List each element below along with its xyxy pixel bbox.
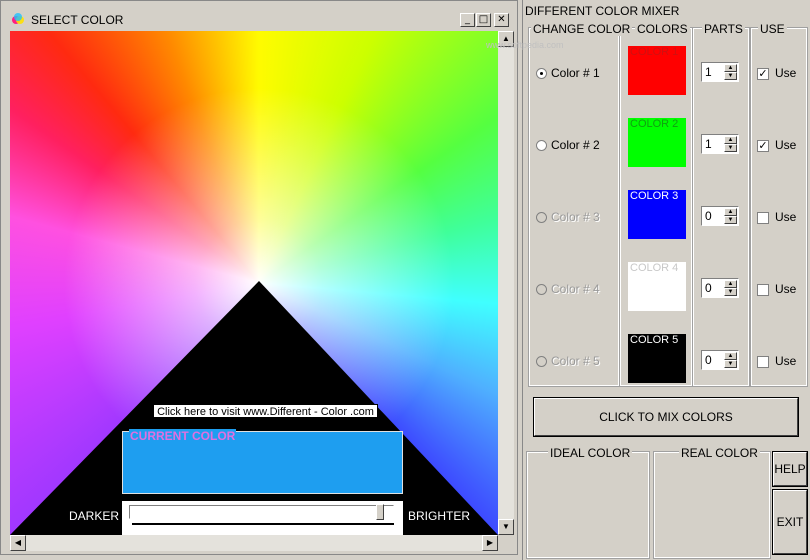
slider-ticks <box>132 523 394 528</box>
parts-value[interactable]: 1 <box>705 137 712 151</box>
arrow-up-icon: ▲ <box>727 281 734 287</box>
spin-down-button[interactable]: ▼ <box>724 216 737 224</box>
color-5-parts-spinner[interactable]: 0 ▲ ▼ <box>701 350 739 370</box>
ideal-color-group <box>526 451 650 559</box>
arrow-down-icon: ▼ <box>727 289 734 295</box>
color-1-use-checkbox[interactable]: ✓ <box>757 68 769 80</box>
parts-value[interactable]: 0 <box>705 209 712 223</box>
color-3-parts-spinner[interactable]: 0 ▲ ▼ <box>701 206 739 226</box>
color-2-parts-spinner[interactable]: 1 ▲ ▼ <box>701 134 739 154</box>
arrow-down-icon: ▼ <box>727 145 734 151</box>
color-2-swatch[interactable]: COLOR 2 <box>628 118 686 167</box>
color-4-radio-label[interactable]: Color # 4 <box>551 282 600 296</box>
exit-button[interactable]: EXIT <box>772 489 808 555</box>
color-4-use-checkbox[interactable] <box>757 284 769 296</box>
checkmark-icon: ✓ <box>758 139 768 152</box>
mix-colors-button[interactable]: CLICK TO MIX COLORS <box>533 397 799 437</box>
use-header: USE <box>758 22 787 36</box>
arrow-up-icon: ▲ <box>727 65 734 71</box>
color-1-parts-spinner[interactable]: 1 ▲ ▼ <box>701 62 739 82</box>
palette-icon <box>12 13 24 24</box>
color-2-use-checkbox[interactable]: ✓ <box>757 140 769 152</box>
color-4-use-label[interactable]: Use <box>775 282 796 296</box>
help-button[interactable]: HELP <box>772 451 808 487</box>
horizontal-scrollbar[interactable]: ◀ ▶ <box>10 535 498 551</box>
arrow-up-icon: ▲ <box>727 353 734 359</box>
checkmark-icon: ✓ <box>758 67 768 80</box>
color-3-radio[interactable] <box>536 212 547 223</box>
darker-label: DARKER <box>69 509 120 523</box>
maximize-icon: □ <box>478 14 489 25</box>
arrow-left-icon: ◀ <box>14 538 22 547</box>
arrow-right-icon: ▶ <box>486 538 494 547</box>
select-color-window: SELECT COLOR _ □ ✕ Click here to visit w… <box>0 0 518 555</box>
maximize-button[interactable]: □ <box>476 13 491 27</box>
current-color-label: CURRENT COLOR <box>129 429 237 443</box>
scroll-right-button[interactable]: ▶ <box>482 535 498 551</box>
website-link[interactable]: Click here to visit www.Different - Colo… <box>153 404 378 418</box>
arrow-up-icon: ▲ <box>727 137 734 143</box>
spin-up-button[interactable]: ▲ <box>724 208 737 216</box>
arrow-down-icon: ▼ <box>727 361 734 367</box>
scroll-down-button[interactable]: ▼ <box>498 519 514 535</box>
brighter-label: BRIGHTER <box>408 509 471 523</box>
colors-header: COLORS <box>635 22 690 36</box>
parts-value[interactable]: 0 <box>705 281 712 295</box>
slider-thumb[interactable] <box>376 504 384 520</box>
real-color-group <box>653 451 771 559</box>
scroll-left-button[interactable]: ◀ <box>10 535 26 551</box>
vertical-scrollbar[interactable]: ▲ ▼ <box>498 31 514 535</box>
spin-down-button[interactable]: ▼ <box>724 360 737 368</box>
arrow-down-icon: ▼ <box>727 217 734 223</box>
minimize-button[interactable]: _ <box>460 13 475 27</box>
arrow-down-icon: ▼ <box>727 73 734 79</box>
ideal-color-label: IDEAL COLOR <box>548 446 633 460</box>
spin-up-button[interactable]: ▲ <box>724 352 737 360</box>
spin-up-button[interactable]: ▲ <box>724 136 737 144</box>
color-4-swatch[interactable]: COLOR 4 <box>628 262 686 311</box>
use-group <box>750 27 808 387</box>
spin-up-button[interactable]: ▲ <box>724 64 737 72</box>
arrow-down-icon: ▼ <box>502 522 510 531</box>
color-1-use-label[interactable]: Use <box>775 66 796 80</box>
change-color-header: CHANGE COLOR <box>531 22 633 36</box>
brightness-slider[interactable] <box>122 501 403 535</box>
color-5-use-label[interactable]: Use <box>775 354 796 368</box>
spin-up-button[interactable]: ▲ <box>724 280 737 288</box>
color-4-radio[interactable] <box>536 284 547 295</box>
arrow-up-icon: ▲ <box>727 209 734 215</box>
change-color-group <box>528 27 620 387</box>
color-1-swatch[interactable]: COLOR 1 <box>628 46 686 95</box>
color-5-radio-label[interactable]: Color # 5 <box>551 354 600 368</box>
close-icon: ✕ <box>497 14 506 25</box>
spin-down-button[interactable]: ▼ <box>724 144 737 152</box>
color-1-radio-label[interactable]: Color # 1 <box>551 66 600 80</box>
spin-down-button[interactable]: ▼ <box>724 72 737 80</box>
minimize-icon: _ <box>465 14 470 25</box>
parts-header: PARTS <box>702 22 745 36</box>
color-2-use-label[interactable]: Use <box>775 138 796 152</box>
parts-value[interactable]: 0 <box>705 353 712 367</box>
parts-value[interactable]: 1 <box>705 65 712 79</box>
color-mixer-window: DIFFERENT COLOR MIXER CHANGE COLOR COLOR… <box>522 0 810 560</box>
color-1-radio[interactable] <box>536 68 547 79</box>
slider-track[interactable] <box>129 505 394 519</box>
color-3-use-label[interactable]: Use <box>775 210 796 224</box>
color-3-radio-label[interactable]: Color # 3 <box>551 210 600 224</box>
real-color-label: REAL COLOR <box>679 446 760 460</box>
watermark: www.softpedia.com <box>486 40 564 50</box>
color-4-parts-spinner[interactable]: 0 ▲ ▼ <box>701 278 739 298</box>
color-5-use-checkbox[interactable] <box>757 356 769 368</box>
color-2-radio[interactable] <box>536 140 547 151</box>
color-3-use-checkbox[interactable] <box>757 212 769 224</box>
close-button[interactable]: ✕ <box>494 13 509 27</box>
color-5-radio[interactable] <box>536 356 547 367</box>
color-2-radio-label[interactable]: Color # 2 <box>551 138 600 152</box>
color-5-swatch[interactable]: COLOR 5 <box>628 334 686 383</box>
title-bar: SELECT COLOR _ □ ✕ <box>5 10 513 30</box>
color-3-swatch[interactable]: COLOR 3 <box>628 190 686 239</box>
window-title: DIFFERENT COLOR MIXER <box>525 4 680 18</box>
spin-down-button[interactable]: ▼ <box>724 288 737 296</box>
window-title: SELECT COLOR <box>31 13 124 27</box>
